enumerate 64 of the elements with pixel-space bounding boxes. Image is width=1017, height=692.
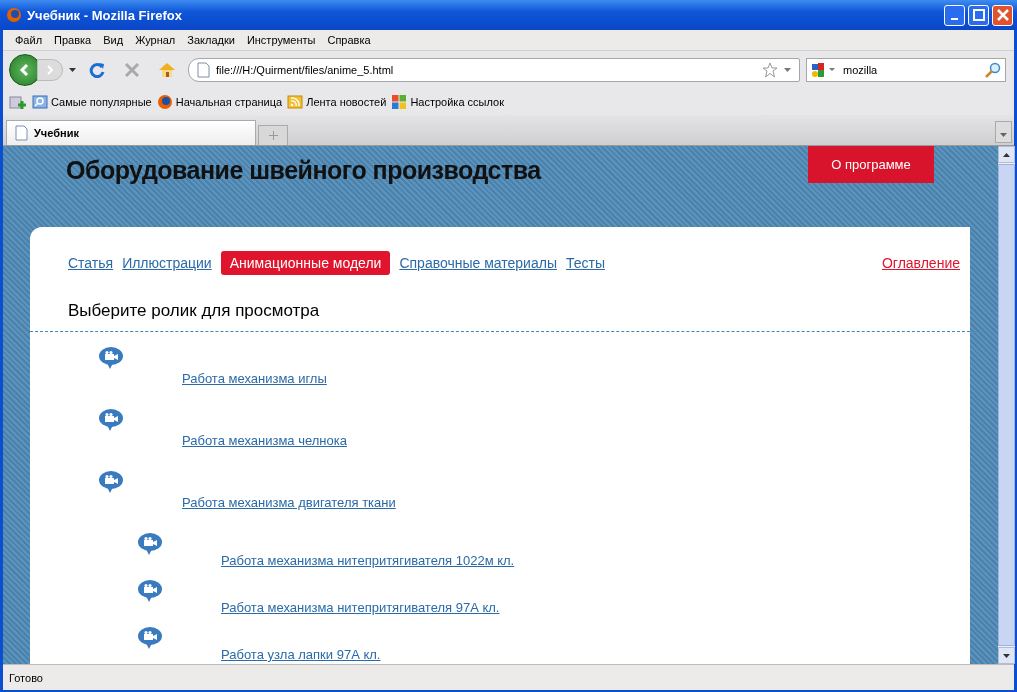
menu-item[interactable]: Закладки [181,34,241,46]
minimize-icon [951,18,958,20]
nav-link[interactable]: Справочные материалы [399,251,557,275]
maximize-icon [972,9,985,21]
star-icon[interactable] [762,62,778,78]
video-camera-icon [98,408,124,432]
firefox-icon [6,7,22,23]
menu-item[interactable]: Журнал [129,34,182,46]
close-icon [996,9,1009,21]
reload-icon[interactable] [88,61,106,79]
menu-item[interactable]: Справка [321,34,377,46]
close-button[interactable] [992,4,1013,26]
menu-item[interactable]: Вид [97,34,130,46]
address-field[interactable]: file:///H:/Quirment/files/anime_5.html [188,58,800,82]
menu-item[interactable]: Файл [9,34,49,46]
search-icon[interactable] [985,62,1001,78]
search-field[interactable]: mozilla [806,58,1006,82]
bookmark-link[interactable]: Лента новостей [306,96,387,108]
menu-item[interactable]: Инструменты [240,34,322,46]
video-link[interactable]: Работа узла лапки 97А кл. [221,647,381,662]
scroll-down-icon[interactable] [1003,653,1010,658]
page-icon [197,62,210,78]
video-camera-icon [137,626,163,650]
scrollbar[interactable] [998,146,1015,664]
bookmark-link[interactable]: Начальная страница [175,96,283,108]
search-engine-icon[interactable] [811,62,837,78]
maximize-button[interactable] [968,4,989,26]
video-link[interactable]: Работа механизма нитепритягивателя 97А кл. [221,600,500,615]
caret-icon [1000,132,1007,137]
rss-folder-icon [287,94,304,110]
scroll-up-icon[interactable] [1003,152,1010,157]
bookmark-link[interactable]: Самые популярные [51,96,152,108]
folder-search-icon [32,94,48,110]
nav-link[interactable]: Тесты [565,251,605,275]
video-camera-icon [98,470,124,494]
video-camera-icon [137,579,163,603]
video-link[interactable]: Работа механизма челнока [182,433,347,448]
plus-icon [268,131,278,140]
firefox-icon [156,94,173,110]
section-heading: Выберите ролик для просмотра [30,275,970,332]
page-icon [15,125,28,141]
add-bookmark-icon[interactable] [9,94,27,110]
video-link[interactable]: Работа механизма двигателя ткани [182,495,396,510]
browser-tab[interactable]: Учебник [6,120,256,145]
status-text: Готово [3,664,1014,690]
nav-link[interactable]: Иллюстрации [122,251,212,275]
video-link[interactable]: Работа механизма нитепритягивателя 1022м кл. [221,553,515,568]
nav-link[interactable]: Анимационные модели [220,251,391,275]
nav-link[interactable]: Статья [68,251,114,275]
menu-item[interactable]: Правка [48,34,98,46]
minimize-button[interactable] [944,4,965,26]
bookmark-link[interactable]: Настройка ссылок [410,96,504,108]
about-button[interactable]: О программе [808,146,934,183]
dropdown-caret-icon[interactable] [69,68,76,72]
home-icon[interactable] [158,62,176,78]
site-title: Оборудование швейного производства [66,156,541,185]
video-camera-icon [98,346,124,370]
window-title: Учебник - Mozilla Firefox [27,7,183,23]
windows-logo-icon [391,94,408,110]
contents-link[interactable]: Оглавление [881,255,960,271]
video-camera-icon [137,532,163,556]
dropdown-caret-icon[interactable] [784,68,791,72]
video-link[interactable]: Работа механизма иглы [182,371,327,386]
tab-list-button[interactable] [995,121,1012,143]
